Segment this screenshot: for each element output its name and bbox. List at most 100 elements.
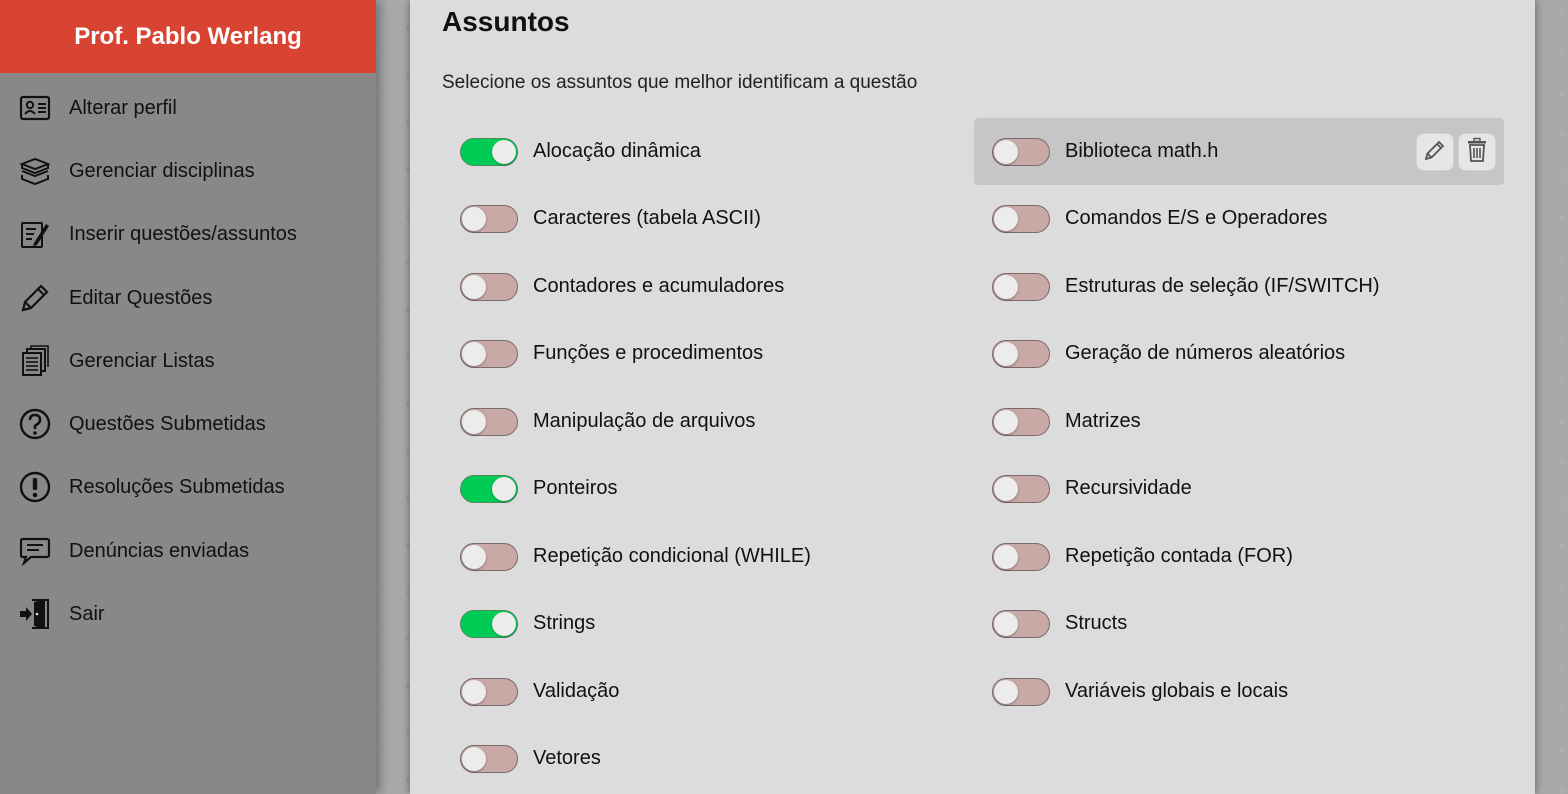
topic-label: Structs xyxy=(1065,612,1128,634)
nav-item-gerenciar-disciplinas[interactable]: Gerenciar disciplinas xyxy=(0,147,376,195)
topic-item-hovered: Biblioteca math.h xyxy=(974,118,1504,185)
topic-toggle[interactable] xyxy=(460,542,518,571)
topic-label: Biblioteca math.h xyxy=(1065,140,1219,162)
topic-label: Ponteiros xyxy=(533,477,618,499)
edit-topic-button[interactable] xyxy=(1416,133,1454,171)
topic-label: Repetição contada (FOR) xyxy=(1065,545,1293,567)
topic-label: Recursividade xyxy=(1065,477,1192,499)
nav-label: Gerenciar disciplinas xyxy=(69,159,255,182)
message-icon xyxy=(18,534,52,568)
nav-item-resolucoes-submetidas[interactable]: Resoluções Submetidas xyxy=(0,463,376,511)
toggle-knob xyxy=(994,206,1018,231)
delete-topic-button[interactable] xyxy=(1458,133,1496,171)
main-panel: Assuntos Selecione os assuntos que melho… xyxy=(410,0,1535,794)
topic-toggle[interactable] xyxy=(460,407,518,436)
toggle-knob xyxy=(492,139,516,164)
topic-toggle[interactable] xyxy=(460,609,518,638)
topic-item: Validação xyxy=(442,658,972,725)
id-card-icon xyxy=(18,91,52,125)
nav-item-denuncias-enviadas[interactable]: Denúncias enviadas xyxy=(0,527,376,575)
toggle-knob xyxy=(462,274,486,299)
topic-item: Strings xyxy=(442,590,972,657)
topic-toggle[interactable] xyxy=(992,204,1050,233)
topic-item: Recursividade xyxy=(974,455,1504,522)
nav-item-editar-questoes[interactable]: Editar Questões xyxy=(0,274,376,322)
topic-label: Repetição condicional (WHILE) xyxy=(533,545,811,567)
topic-toggle[interactable] xyxy=(992,677,1050,706)
topic-label: Variáveis globais e locais xyxy=(1065,680,1289,702)
topic-toggle[interactable] xyxy=(992,542,1050,571)
topic-item: Comandos E/S e Operadores xyxy=(974,185,1504,252)
topic-item: Manipulação de arquivos xyxy=(442,388,972,455)
topic-item: Estruturas de seleção (IF/SWITCH) xyxy=(974,253,1504,320)
nav-label: Gerenciar Listas xyxy=(69,349,215,372)
trash-icon xyxy=(1465,137,1489,168)
toggle-knob xyxy=(994,274,1018,299)
toggle-knob xyxy=(462,544,486,569)
toggle-knob xyxy=(994,409,1018,434)
nav-label: Sair xyxy=(69,602,105,625)
sidebar-header: Prof. Pablo Werlang xyxy=(0,0,376,73)
topic-label: Comandos E/S e Operadores xyxy=(1065,207,1328,229)
toggle-knob xyxy=(462,679,486,704)
topic-label: Contadores e acumuladores xyxy=(533,275,785,297)
user-name: Prof. Pablo Werlang xyxy=(74,22,302,50)
nav-item-alterar-perfil[interactable]: Alterar perfil xyxy=(0,84,376,132)
topic-label: Caracteres (tabela ASCII) xyxy=(533,207,761,229)
topic-toggle[interactable] xyxy=(992,137,1050,166)
topic-label: Geração de números aleatórios xyxy=(1065,342,1346,364)
topic-label: Manipulação de arquivos xyxy=(533,410,756,432)
topic-toggle[interactable] xyxy=(460,339,518,368)
toggle-knob xyxy=(462,746,486,771)
topic-toggle[interactable] xyxy=(992,474,1050,503)
toggle-knob xyxy=(994,544,1018,569)
topic-toggle[interactable] xyxy=(992,609,1050,638)
toggle-knob xyxy=(994,679,1018,704)
toggle-knob xyxy=(492,476,516,501)
topic-label: Strings xyxy=(533,612,596,634)
topic-label: Validação xyxy=(533,680,620,702)
nav-label: Questões Submetidas xyxy=(69,412,266,435)
toggle-knob xyxy=(462,206,486,231)
topic-toggle[interactable] xyxy=(460,272,518,301)
topic-toggle[interactable] xyxy=(992,272,1050,301)
topic-item: Funções e procedimentos xyxy=(442,320,972,387)
topic-item: Variáveis globais e locais xyxy=(974,658,1504,725)
topic-item: Repetição contada (FOR) xyxy=(974,523,1504,590)
exclamation-circle-icon xyxy=(18,470,52,504)
topic-toggle[interactable] xyxy=(992,407,1050,436)
document-stack-icon xyxy=(18,344,52,378)
topic-label: Vetores xyxy=(533,747,601,769)
topic-toggle[interactable] xyxy=(992,339,1050,368)
edit-document-icon xyxy=(18,217,52,251)
nav-label: Denúncias enviadas xyxy=(69,539,250,562)
pencil-icon xyxy=(18,281,52,315)
nav-item-sair[interactable]: Sair xyxy=(0,590,376,638)
topic-toggle[interactable] xyxy=(460,744,518,773)
topic-item: Ponteiros xyxy=(442,455,972,522)
topic-item: Vetores xyxy=(442,725,972,792)
topic-item: Caracteres (tabela ASCII) xyxy=(442,185,972,252)
page-title: Assuntos xyxy=(442,6,570,37)
topic-toggle[interactable] xyxy=(460,474,518,503)
topic-label: Matrizes xyxy=(1065,410,1141,432)
topic-item: Repetição condicional (WHILE) xyxy=(442,523,972,590)
topic-toggle[interactable] xyxy=(460,677,518,706)
nav-label: Resoluções Submetidas xyxy=(69,475,285,498)
topic-toggle[interactable] xyxy=(460,204,518,233)
topic-item: Alocação dinâmica xyxy=(442,118,972,185)
topic-item: Contadores e acumuladores xyxy=(442,253,972,320)
topic-item: Matrizes xyxy=(974,388,1504,455)
books-icon xyxy=(18,154,52,188)
nav-item-gerenciar-listas[interactable]: Gerenciar Listas xyxy=(0,337,376,385)
toggle-knob xyxy=(994,611,1018,636)
nav-item-questoes-submetidas[interactable]: Questões Submetidas xyxy=(0,400,376,448)
nav-label: Editar Questões xyxy=(69,286,213,309)
topic-toggle[interactable] xyxy=(460,137,518,166)
toggle-knob xyxy=(994,341,1018,366)
topic-label: Alocação dinâmica xyxy=(533,140,701,162)
exit-door-icon xyxy=(18,597,52,631)
topic-item: Geração de números aleatórios xyxy=(974,320,1504,387)
nav-item-inserir-questoes[interactable]: Inserir questões/assuntos xyxy=(0,210,376,258)
nav-label: Inserir questões/assuntos xyxy=(69,222,297,245)
